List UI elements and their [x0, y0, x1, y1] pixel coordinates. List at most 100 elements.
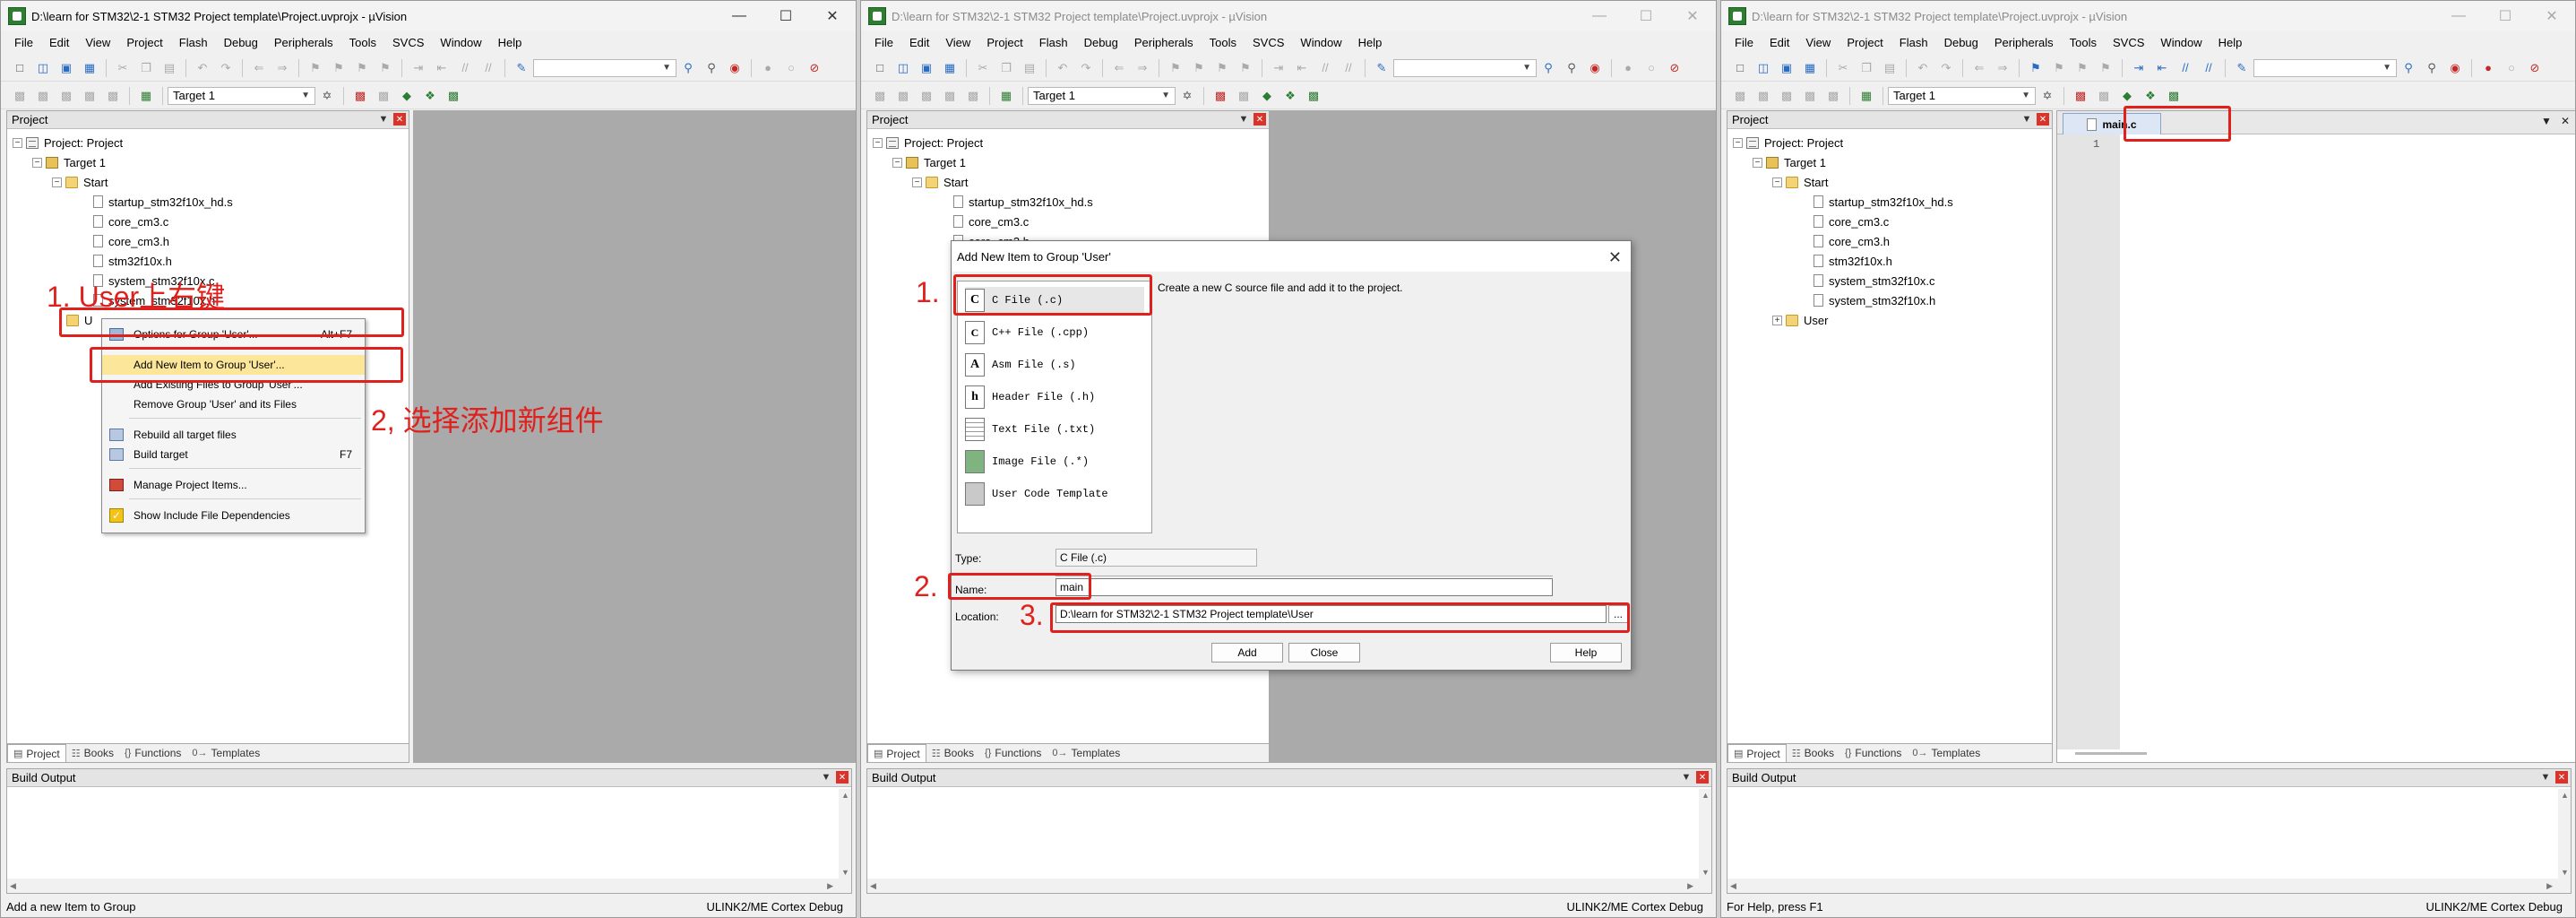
menu-flash[interactable]: Flash: [1031, 36, 1076, 49]
tree-file[interactable]: core_cm3.c: [1814, 212, 1889, 231]
nav-forward-icon[interactable]: ⇒: [1133, 58, 1152, 78]
editor-horizontal-scrollbar[interactable]: [2075, 752, 2147, 755]
pack-installer-icon[interactable]: ❖: [1280, 86, 1300, 106]
debug-session-icon[interactable]: ◉: [1585, 58, 1605, 78]
menu-debug[interactable]: Debug: [1936, 36, 1986, 49]
tree-target[interactable]: − Target 1: [32, 152, 106, 172]
unindent-icon[interactable]: ⇤: [1292, 58, 1312, 78]
nav-back-icon[interactable]: ⇐: [249, 58, 269, 78]
target-select[interactable]: Target 1 ▼: [1028, 86, 1176, 105]
stop-build-icon[interactable]: ▩: [103, 86, 123, 106]
save-all-icon[interactable]: ▦: [1800, 58, 1820, 78]
next-bookmark-icon[interactable]: ⚑: [1212, 58, 1232, 78]
tree-root[interactable]: − Project: Project: [873, 133, 983, 152]
bookmark-icon[interactable]: ⚑: [306, 58, 325, 78]
menu-edit[interactable]: Edit: [901, 36, 937, 49]
tree-file[interactable]: system_stm32f10x.h: [1814, 290, 1935, 310]
minimize-button[interactable]: —: [2435, 1, 2482, 31]
undo-icon[interactable]: ↶: [193, 58, 212, 78]
nav-back-icon[interactable]: ⇐: [1969, 58, 1989, 78]
comment-icon[interactable]: //: [2175, 58, 2195, 78]
next-bookmark-icon[interactable]: ⚑: [352, 58, 372, 78]
manage-components-icon[interactable]: ▩: [374, 86, 393, 106]
tab-templates[interactable]: 0→ Templates: [1907, 744, 1986, 762]
next-bookmark-icon[interactable]: ⚑: [2072, 58, 2092, 78]
menu-item-remove-group[interactable]: Remove Group 'User' and its Files: [102, 394, 365, 414]
close-pane-icon[interactable]: ✕: [393, 113, 406, 126]
translate-icon[interactable]: ▩: [1730, 86, 1750, 106]
minimize-button[interactable]: —: [1576, 1, 1623, 31]
pin-icon[interactable]: ▼: [1237, 113, 1250, 126]
tree-file[interactable]: system_stm32f10x.c: [1814, 271, 1935, 290]
tree-file[interactable]: stm32f10x.h: [1814, 251, 1892, 271]
maximize-button[interactable]: ☐: [2482, 1, 2529, 31]
file-type-cpp[interactable]: C C++ File (.cpp): [965, 319, 1089, 346]
indent-icon[interactable]: ⇥: [1269, 58, 1288, 78]
file-type-image[interactable]: Image File (.*): [965, 448, 1089, 475]
batch-build-icon[interactable]: ▩: [1800, 86, 1820, 106]
tree-group-user[interactable]: + User: [1772, 310, 1828, 330]
uncomment-icon[interactable]: //: [2199, 58, 2218, 78]
vertical-scrollbar[interactable]: ▲ ▼: [2558, 789, 2571, 879]
vertical-scrollbar[interactable]: ▲ ▼: [1699, 789, 1711, 879]
file-type-text[interactable]: Text File (.txt): [965, 416, 1095, 443]
disable-breakpoint-icon[interactable]: ○: [1641, 58, 1661, 78]
menu-view[interactable]: View: [77, 36, 118, 49]
build-icon[interactable]: ▩: [33, 86, 53, 106]
pack-installer-icon[interactable]: ❖: [2141, 86, 2160, 106]
clear-bookmarks-icon[interactable]: ⚑: [1236, 58, 1255, 78]
menu-debug[interactable]: Debug: [1076, 36, 1126, 49]
tab-project[interactable]: ▤ Project: [1727, 744, 1787, 762]
menu-edit[interactable]: Edit: [41, 36, 77, 49]
menu-file[interactable]: File: [6, 36, 41, 49]
tree-group-start[interactable]: − Start: [52, 172, 108, 192]
tab-books[interactable]: ☷ Books: [1787, 744, 1839, 762]
menu-window[interactable]: Window: [432, 36, 489, 49]
download-icon[interactable]: ▦: [996, 86, 1016, 106]
close-pane-icon[interactable]: ✕: [2555, 771, 2568, 784]
uncomment-icon[interactable]: //: [1339, 58, 1358, 78]
tree-root[interactable]: − Project: Project: [1733, 133, 1843, 152]
pin-icon[interactable]: ▼: [2020, 113, 2033, 126]
paste-icon[interactable]: ▤: [1020, 58, 1039, 78]
maximize-button[interactable]: ☐: [762, 1, 809, 31]
dialog-close-icon[interactable]: ✕: [1608, 248, 1622, 267]
select-packs-icon[interactable]: ◆: [2117, 86, 2137, 106]
stop-build-icon[interactable]: ▩: [1823, 86, 1843, 106]
tab-templates[interactable]: 0→ Templates: [186, 744, 265, 762]
tree-file[interactable]: core_cm3.h: [1814, 231, 1890, 251]
file-type-asm[interactable]: A Asm File (.s): [965, 351, 1076, 378]
new-file-icon[interactable]: □: [10, 58, 30, 78]
save-icon[interactable]: ▣: [917, 58, 936, 78]
tab-project[interactable]: ▤ Project: [867, 744, 926, 762]
rebuild-icon[interactable]: ▩: [56, 86, 76, 106]
tree-file[interactable]: core_cm3.c: [93, 212, 168, 231]
save-icon[interactable]: ▣: [56, 58, 76, 78]
kill-breakpoints-icon[interactable]: ⊘: [1665, 58, 1684, 78]
menu-svcs[interactable]: SVCS: [2105, 36, 2152, 49]
menu-edit[interactable]: Edit: [1762, 36, 1797, 49]
menu-tools[interactable]: Tools: [2062, 36, 2105, 49]
nav-forward-icon[interactable]: ⇒: [272, 58, 292, 78]
open-folder-icon[interactable]: ◫: [893, 58, 913, 78]
translate-icon[interactable]: ▩: [870, 86, 890, 106]
cut-icon[interactable]: ✂: [973, 58, 993, 78]
close-pane-icon[interactable]: ✕: [2037, 113, 2049, 126]
target-options-icon[interactable]: ✡: [317, 86, 337, 106]
redo-icon[interactable]: ↷: [216, 58, 236, 78]
debug-session-icon[interactable]: ◉: [2445, 58, 2465, 78]
comment-icon[interactable]: //: [1315, 58, 1335, 78]
menu-file[interactable]: File: [1727, 36, 1762, 49]
debug-session-icon[interactable]: ◉: [725, 58, 745, 78]
tree-group-start[interactable]: − Start: [912, 172, 968, 192]
prev-bookmark-icon[interactable]: ⚑: [2049, 58, 2069, 78]
save-icon[interactable]: ▣: [1777, 58, 1796, 78]
tab-functions[interactable]: {} Functions: [119, 744, 186, 762]
menu-view[interactable]: View: [937, 36, 978, 49]
tab-functions[interactable]: {} Functions: [979, 744, 1047, 762]
find-icon[interactable]: ⚲: [678, 58, 698, 78]
incremental-find-icon[interactable]: ⚲: [2422, 58, 2442, 78]
help-button[interactable]: Help: [1550, 643, 1622, 663]
menu-help[interactable]: Help: [490, 36, 530, 49]
menu-file[interactable]: File: [866, 36, 901, 49]
